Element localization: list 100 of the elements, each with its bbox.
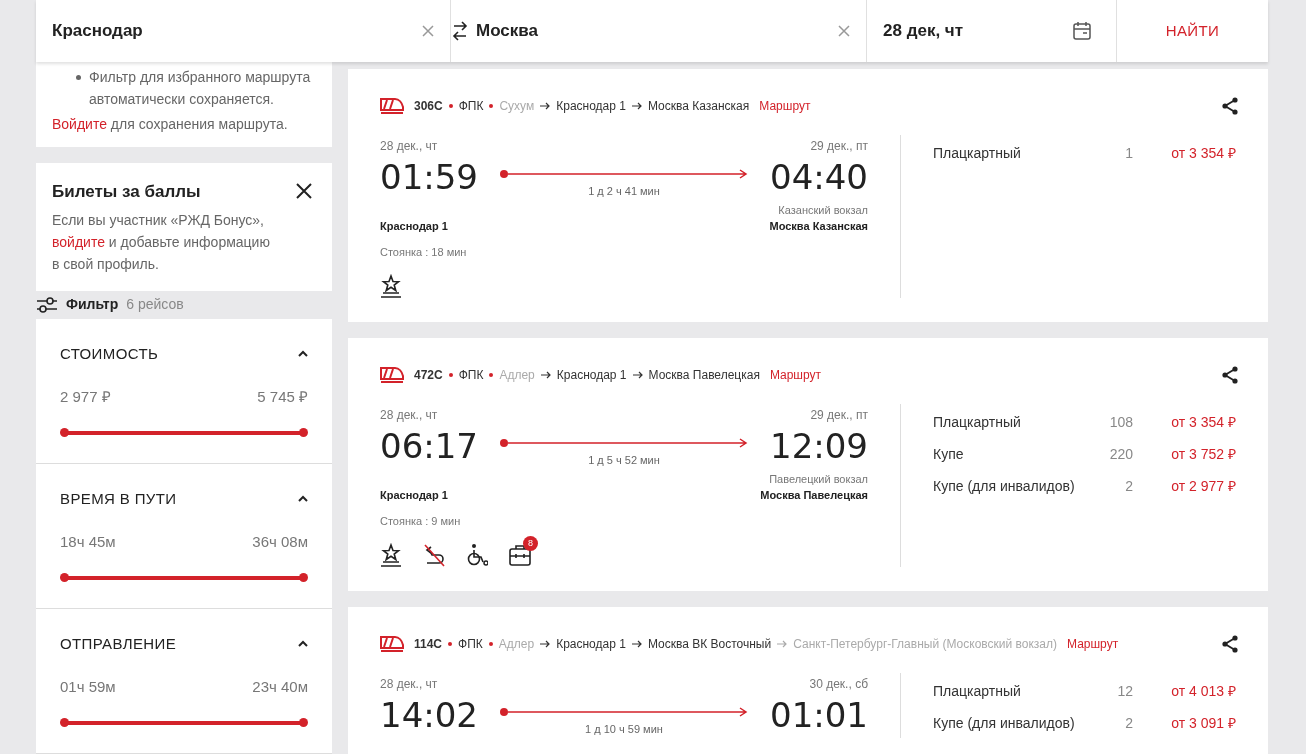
star-icon <box>380 543 402 567</box>
class-row[interactable]: Плацкартный 12 от 4 013 ₽ <box>933 681 1236 701</box>
seat-count: 1 <box>1124 143 1133 163</box>
departure-date: 28 дек., чт <box>380 407 438 424</box>
arrow-icon <box>632 371 643 379</box>
price: от 3 354 ₽ <box>1170 412 1236 432</box>
train-number: 472С <box>414 367 443 384</box>
arrow-icon <box>631 102 642 110</box>
chevron-icon <box>298 640 308 649</box>
star-icon <box>380 274 402 298</box>
date-field[interactable]: 28 дек, чт <box>867 0 1117 62</box>
route-stop: Санкт-Петербург-Главный (Московский вокзал) <box>793 636 1057 653</box>
train-icon <box>380 635 404 653</box>
collapse-button[interactable] <box>298 495 308 504</box>
class-row[interactable]: Плацкартный 108 от 3 354 ₽ <box>933 412 1236 432</box>
calendar-icon <box>1072 21 1092 41</box>
slider-thumb[interactable] <box>60 573 69 582</box>
class-name: Плацкартный <box>933 681 1022 701</box>
range-max: 23ч 40м <box>252 676 308 697</box>
train-icon <box>380 366 404 384</box>
share-button[interactable] <box>1222 97 1238 115</box>
class-name: Купе (для инвалидов) <box>933 476 1076 496</box>
to-field[interactable]: Москва <box>451 0 867 62</box>
price: от 3 354 ₽ <box>1170 143 1236 163</box>
slider-thumb[interactable] <box>60 428 69 437</box>
price: от 4 013 ₽ <box>1170 681 1236 701</box>
slider-thumb[interactable] <box>60 718 69 727</box>
share-button[interactable] <box>1222 635 1238 653</box>
arrow-icon <box>540 371 551 379</box>
filter-icon <box>36 295 58 314</box>
trip-count: 6 рейсов <box>126 295 184 315</box>
arrow-icon <box>631 640 642 648</box>
journey-arrow-icon <box>500 169 748 179</box>
collapse-button[interactable] <box>298 640 308 649</box>
arrival-station: Москва Павелецкая <box>760 488 868 503</box>
wheelchair-icon <box>466 543 488 567</box>
route-stop: Краснодар 1 <box>556 367 627 384</box>
arrow-icon <box>777 640 788 648</box>
seat-count: 2 <box>1124 476 1133 496</box>
class-name: Купе <box>933 444 965 464</box>
price: от 3 091 ₽ <box>1170 713 1236 733</box>
close-icon <box>296 183 312 199</box>
class-name: Купе (для инвалидов) <box>933 713 1076 733</box>
carrier-name: ФПК <box>458 367 484 384</box>
journey-arrow-icon <box>500 707 748 717</box>
route-stop: Адлер <box>499 367 535 384</box>
bullet-icon <box>76 75 81 80</box>
route-stop: Сухум <box>499 98 535 115</box>
stop-duration: Стоянка : 9 мин <box>380 513 462 529</box>
share-icon <box>1222 97 1238 115</box>
filter-label[interactable]: Фильтр <box>66 294 119 316</box>
section-title: ВРЕМЯ В ПУТИ <box>60 489 177 509</box>
section-title: ОТПРАВЛЕНИЕ <box>60 634 177 654</box>
train-number: 114С <box>414 636 443 653</box>
slider-thumb[interactable] <box>299 573 308 582</box>
route-stop: Краснодар 1 <box>556 98 626 115</box>
class-row[interactable]: Купе 220 от 3 752 ₽ <box>933 444 1236 464</box>
carrier-name: ФПК <box>458 98 484 115</box>
departure-time: 14:02 <box>380 696 478 735</box>
login-link[interactable]: Войдите <box>52 116 107 132</box>
chevron-icon <box>298 350 308 359</box>
arrival-time: 04:40 <box>770 158 868 197</box>
arrival-date: 30 дек., сб <box>809 676 868 693</box>
crossed-out-icon <box>423 543 445 567</box>
arrival-date: 29 дек., пт <box>810 407 868 424</box>
clear-icon <box>838 25 850 37</box>
arrow-icon <box>540 640 551 648</box>
price: от 3 752 ₽ <box>1170 444 1236 464</box>
count-badge: 8 <box>523 536 538 551</box>
range-min: 2 977 ₽ <box>60 386 111 407</box>
slider-thumb[interactable] <box>299 718 308 727</box>
swap-icon <box>452 20 468 42</box>
close-button[interactable] <box>296 183 312 199</box>
route-stop: Москва Павелецкая <box>648 367 760 384</box>
train-icon <box>380 97 404 115</box>
search-button[interactable]: НАЙТИ <box>1117 0 1268 62</box>
slider-thumb[interactable] <box>299 428 308 437</box>
arrival-time: 01:01 <box>770 696 868 735</box>
card-title: Билеты за баллы <box>52 181 201 203</box>
section-title: СТОИМОСТЬ <box>60 344 159 364</box>
departure-time: 01:59 <box>380 158 478 197</box>
arrow-icon <box>540 102 551 110</box>
route-link[interactable]: Маршрут <box>769 366 822 384</box>
departure-date: 28 дек., чт <box>380 676 438 693</box>
route-stop: Москва Казанская <box>647 98 750 115</box>
share-button[interactable] <box>1222 366 1238 384</box>
collapse-button[interactable] <box>298 350 308 359</box>
departure-time: 06:17 <box>380 427 478 466</box>
login-link[interactable]: войдите <box>52 233 105 250</box>
class-row[interactable]: Плацкартный 1 от 3 354 ₽ <box>933 143 1236 163</box>
seat-count: 220 <box>1108 444 1133 464</box>
arrival-date: 29 дек., пт <box>810 138 868 155</box>
route-link[interactable]: Маршрут <box>759 97 811 115</box>
login-note: Войдите для сохранения маршрута. <box>52 115 289 134</box>
seat-count: 12 <box>1116 681 1133 701</box>
seat-count: 108 <box>1108 412 1133 432</box>
class-row[interactable]: Купе (для инвалидов) 2 от 2 977 ₽ <box>933 476 1236 496</box>
range-min: 01ч 59м <box>60 676 116 697</box>
route-link[interactable]: Маршрут <box>1067 635 1119 653</box>
class-row[interactable]: Купе (для инвалидов) 2 от 3 091 ₽ <box>933 713 1236 733</box>
